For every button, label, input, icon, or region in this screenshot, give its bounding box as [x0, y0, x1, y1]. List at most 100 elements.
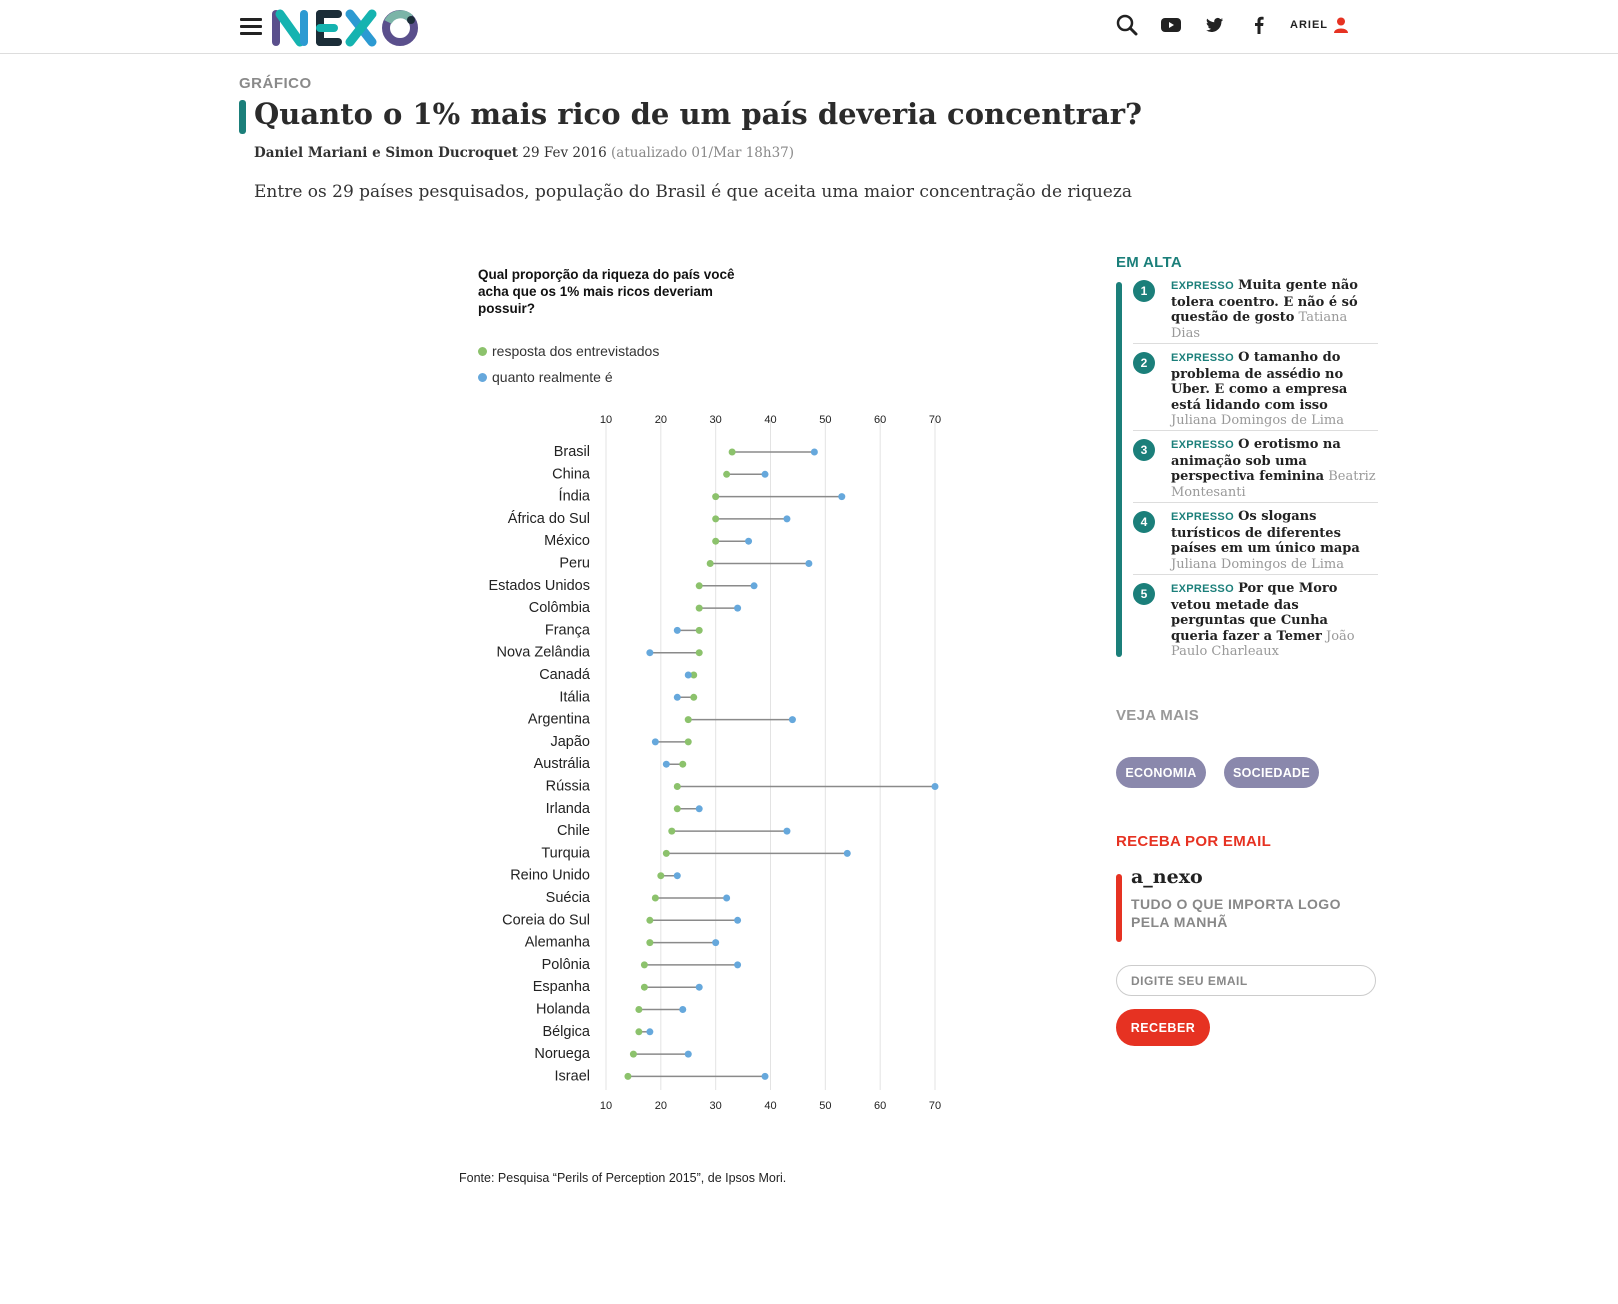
dot-actual: [783, 515, 791, 523]
country-label: Suécia: [546, 890, 591, 906]
trending-item[interactable]: 4 EXPRESSO Os slogans turísticos de difer…: [1133, 509, 1378, 575]
dot-actual: [695, 983, 703, 991]
dot-actual: [783, 827, 791, 835]
dot-actual: [673, 693, 681, 701]
dot-ideal: [673, 805, 681, 813]
byline: Daniel Mariani e Simon Ducroquet 29 Fev …: [254, 145, 794, 161]
country-label: Polônia: [542, 957, 591, 973]
standfirst: Entre os 29 países pesquisados, populaçã…: [254, 182, 1132, 202]
dot-ideal: [723, 470, 731, 478]
dot-actual: [673, 626, 681, 634]
country-label: Bélgica: [542, 1024, 590, 1040]
country-label: África do Sul: [508, 510, 590, 527]
trending-accent-bar: [1116, 282, 1122, 657]
dot-actual: [750, 582, 758, 590]
country-label: França: [545, 622, 591, 638]
trending-text[interactable]: EXPRESSO Muita gente não tolera coentro.…: [1171, 278, 1376, 341]
trending-text[interactable]: EXPRESSO O erotismo na animação sob uma …: [1171, 437, 1376, 500]
dot-ideal: [624, 1072, 632, 1080]
dot-ideal: [646, 916, 654, 924]
country-label: Chile: [557, 823, 590, 839]
dot-actual: [931, 783, 939, 790]
dot-ideal: [651, 894, 659, 902]
trending-heading: EM ALTA: [1116, 254, 1182, 271]
trending-item[interactable]: 1 EXPRESSO Muita gente não tolera coentro…: [1133, 278, 1378, 344]
dot-ideal: [668, 827, 676, 835]
trending-text[interactable]: EXPRESSO Os slogans turísticos de difere…: [1171, 509, 1376, 572]
x-tick-label-bottom: 50: [819, 1100, 831, 1112]
country-label: Rússia: [546, 779, 591, 795]
newsletter-accent-bar: [1116, 874, 1122, 942]
country-label: Israel: [555, 1068, 590, 1084]
publish-date: 29 Fev 2016: [522, 145, 607, 161]
email-input[interactable]: [1116, 965, 1376, 996]
trending-tag: EXPRESSO: [1171, 511, 1234, 523]
search-icon[interactable]: [1114, 12, 1140, 38]
newsletter-heading: RECEBA POR EMAIL: [1116, 833, 1272, 850]
more-heading: VEJA MAIS: [1116, 707, 1199, 724]
country-label: Argentina: [528, 712, 591, 728]
trending-rank-badge: 4: [1133, 511, 1155, 533]
dot-actual: [761, 1072, 769, 1080]
x-tick-label-bottom: 60: [874, 1100, 886, 1112]
trending-author: Juliana Domingos de Lima: [1171, 556, 1344, 572]
dot-actual: [673, 872, 681, 880]
country-label: Peru: [559, 556, 590, 572]
trending-rank-badge: 1: [1133, 280, 1155, 302]
user-menu[interactable]: ARIEL: [1290, 17, 1348, 33]
country-label: Índia: [559, 488, 591, 505]
country-label: Japão: [550, 734, 590, 750]
youtube-icon[interactable]: [1158, 12, 1184, 38]
trending-text[interactable]: EXPRESSO O tamanho do problema de assédi…: [1171, 350, 1376, 429]
newsletter-description: TUDO O QUE IMPORTA LOGO PELA MANHÃ: [1131, 896, 1341, 930]
country-label: Alemanha: [525, 935, 591, 951]
dot-ideal: [712, 493, 720, 501]
dot-ideal: [657, 872, 665, 880]
twitter-icon[interactable]: [1202, 12, 1228, 38]
trending-item[interactable]: 5 EXPRESSO Por que Moro vetou metade das …: [1133, 581, 1378, 659]
country-label: Irlanda: [546, 801, 591, 817]
authors[interactable]: Daniel Mariani e Simon Ducroquet: [254, 145, 518, 161]
tag-sociedade[interactable]: SOCIEDADE: [1224, 757, 1319, 788]
dot-ideal: [635, 1006, 643, 1013]
trending-text[interactable]: EXPRESSO Por que Moro vetou metade das p…: [1171, 581, 1376, 660]
dot-ideal: [695, 626, 703, 634]
country-label: Colômbia: [529, 600, 591, 616]
x-tick-label-top: 70: [929, 414, 941, 426]
dot-ideal: [684, 738, 692, 746]
country-label: Reino Unido: [510, 868, 590, 884]
country-label: Nova Zelândia: [497, 645, 591, 661]
x-tick-label-top: 20: [655, 414, 667, 426]
country-label: Noruega: [534, 1046, 591, 1062]
x-tick-label-top: 10: [600, 414, 612, 426]
dot-actual: [761, 470, 769, 478]
subscribe-button[interactable]: RECEBER: [1116, 1009, 1210, 1046]
dot-actual: [838, 493, 846, 501]
x-tick-label-top: 60: [874, 414, 886, 426]
x-tick-label-bottom: 20: [655, 1100, 667, 1112]
dot-ideal: [684, 716, 692, 724]
dot-actual: [695, 805, 703, 813]
facebook-icon[interactable]: [1246, 12, 1272, 38]
trending-item[interactable]: 2 EXPRESSO O tamanho do problema de asséd…: [1133, 350, 1378, 431]
nexo-logo[interactable]: [270, 2, 430, 52]
trending-item[interactable]: 3 EXPRESSO O erotismo na animação sob uma…: [1133, 437, 1378, 503]
dot-ideal: [695, 604, 703, 612]
title-accent-bar: [239, 100, 246, 134]
dot-actual: [646, 1028, 654, 1036]
country-label: Espanha: [533, 979, 591, 995]
chart-source: Fonte: Pesquisa “Perils of Perception 20…: [459, 1171, 787, 1185]
dot-ideal: [728, 448, 736, 456]
dot-ideal: [629, 1050, 637, 1058]
country-label: Estados Unidos: [488, 578, 590, 594]
article-kicker[interactable]: GRÁFICO: [239, 75, 312, 92]
trending-author: Juliana Domingos de Lima: [1171, 413, 1344, 428]
tag-economia[interactable]: ECONOMIA: [1116, 757, 1206, 788]
dot-actual: [651, 738, 659, 746]
menu-icon[interactable]: [240, 18, 262, 36]
trending-tag: EXPRESSO: [1171, 352, 1234, 364]
x-tick-label-bottom: 40: [764, 1100, 776, 1112]
country-label: Itália: [559, 689, 591, 705]
newsletter-name[interactable]: a_nexo: [1131, 866, 1203, 888]
user-name: ARIEL: [1290, 19, 1328, 31]
